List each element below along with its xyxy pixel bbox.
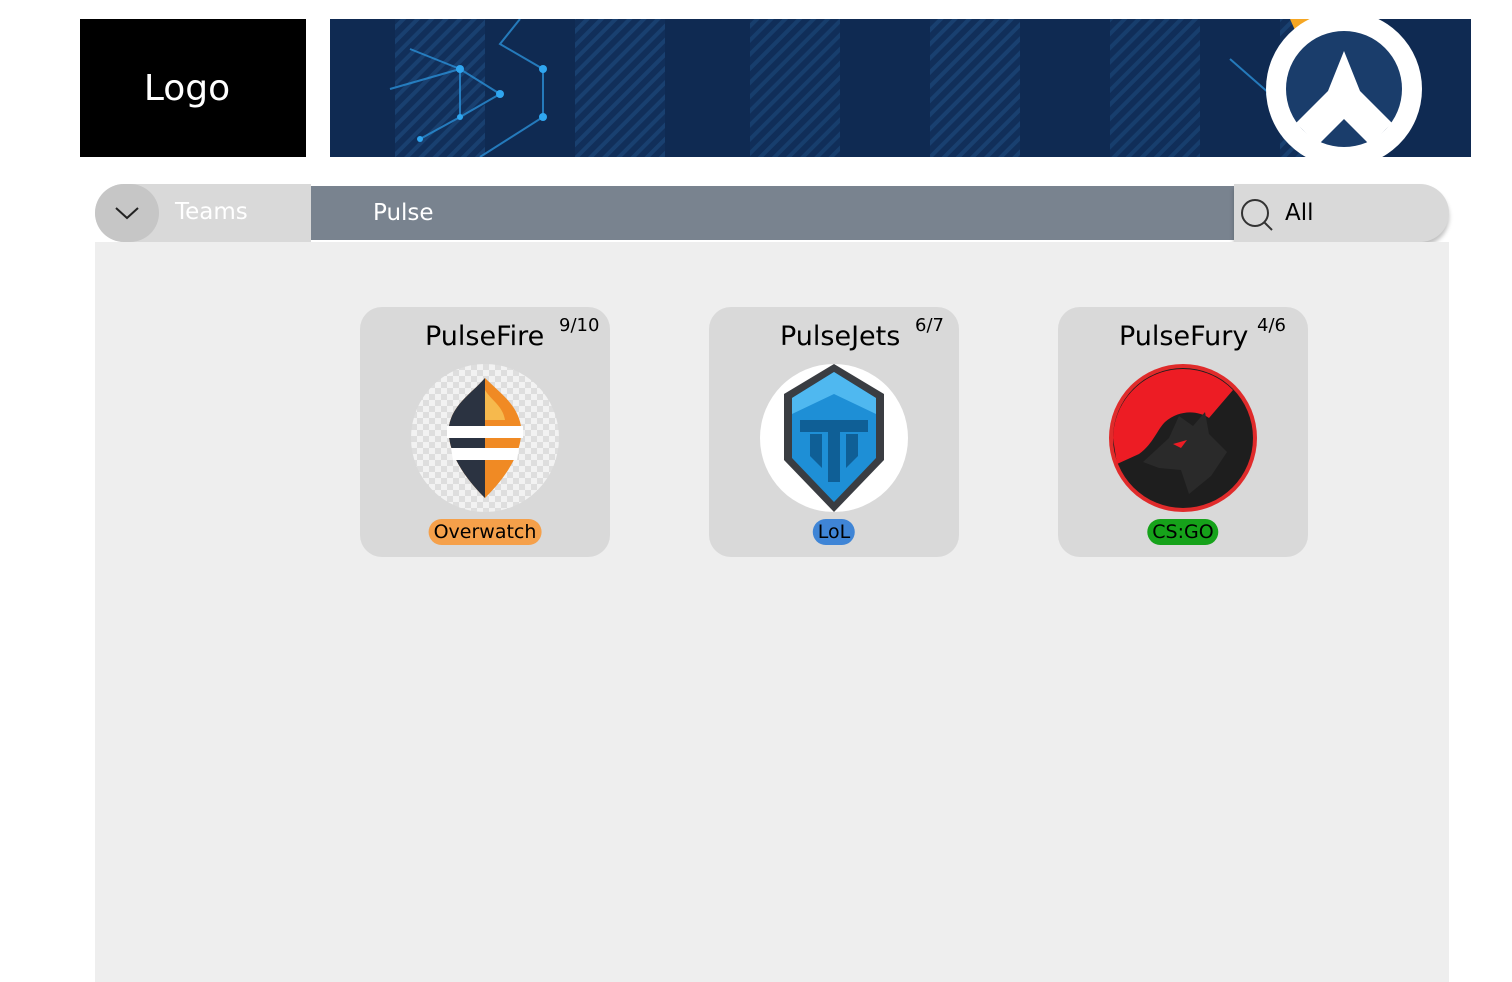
team-results-panel: PulseFire 9/10 Overwatch PulseJets 6/7 L… bbox=[95, 242, 1449, 982]
scope-value: All bbox=[1285, 200, 1314, 226]
shield-emblem-icon bbox=[760, 364, 908, 512]
category-selector: Teams bbox=[95, 184, 311, 242]
team-roster-count: 9/10 bbox=[559, 315, 600, 336]
game-badge: Overwatch bbox=[428, 519, 542, 545]
team-card[interactable]: PulseFire 9/10 Overwatch bbox=[360, 307, 610, 557]
team-name: PulseFire bbox=[425, 321, 545, 352]
search-icon[interactable] bbox=[1240, 198, 1274, 232]
chevron-down-icon bbox=[115, 207, 139, 220]
site-logo[interactable]: Logo bbox=[80, 19, 306, 157]
team-card[interactable]: PulseJets 6/7 LoL bbox=[709, 307, 959, 557]
team-search-input[interactable] bbox=[311, 186, 1234, 240]
game-banner bbox=[330, 19, 1471, 157]
team-name: PulseFury bbox=[1119, 321, 1249, 352]
wolf-emblem-icon bbox=[1109, 364, 1257, 512]
category-label: Teams bbox=[175, 199, 248, 225]
scope-selector[interactable]: All bbox=[1234, 184, 1449, 242]
flame-emblem-icon bbox=[411, 364, 559, 512]
team-roster-count: 4/6 bbox=[1257, 315, 1286, 336]
category-dropdown-button[interactable] bbox=[95, 184, 159, 242]
game-badge: CS:GO bbox=[1147, 519, 1219, 545]
game-badge: LoL bbox=[812, 519, 856, 545]
banner-artwork bbox=[330, 19, 1471, 157]
team-card[interactable]: PulseFury 4/6 CS:GO bbox=[1058, 307, 1308, 557]
logo-text: Logo bbox=[143, 67, 231, 109]
team-filter-bar: Teams All bbox=[95, 184, 1449, 242]
team-roster-count: 6/7 bbox=[915, 315, 944, 336]
team-name: PulseJets bbox=[780, 321, 901, 352]
